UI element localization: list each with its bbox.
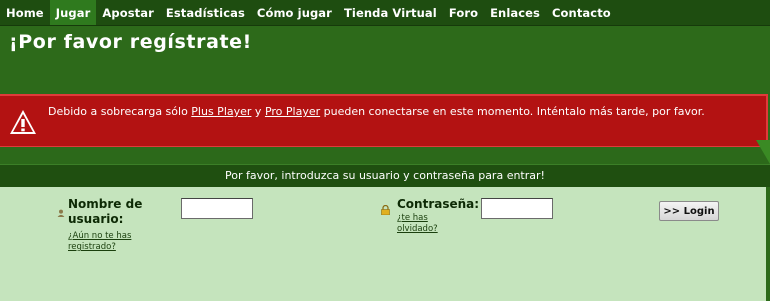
- warning-triangle-icon: [9, 109, 37, 135]
- forgot-password-link[interactable]: ¿te has olvidado?: [397, 213, 457, 235]
- nav-como-jugar[interactable]: Cómo jugar: [251, 0, 338, 25]
- pro-player-link[interactable]: Pro Player: [265, 105, 320, 118]
- username-input[interactable]: [181, 198, 253, 219]
- login-instruction: Por favor, introduzca su usuario y contr…: [0, 164, 770, 187]
- nav-tienda-virtual[interactable]: Tienda Virtual: [338, 0, 443, 25]
- lock-icon: [381, 200, 390, 216]
- nav-contacto[interactable]: Contacto: [546, 0, 617, 25]
- nav-home[interactable]: Home: [0, 0, 50, 25]
- warning-text-before: Debido a sobrecarga sólo: [48, 105, 192, 118]
- username-label: Nombre de usuario:: [68, 197, 143, 226]
- nav-apostar[interactable]: Apostar: [96, 0, 160, 25]
- page-title: ¡Por favor regístrate!: [9, 31, 252, 53]
- password-input[interactable]: [481, 198, 553, 219]
- user-icon: [57, 202, 65, 217]
- warning-banner: Debido a sobrecarga sólo Plus Player y P…: [0, 94, 768, 148]
- register-link[interactable]: ¿Aún no te has registrado?: [68, 231, 158, 253]
- top-navigation: Home Jugar Apostar Estadísticas Cómo jug…: [0, 0, 770, 26]
- warning-message: Debido a sobrecarga sólo Plus Player y P…: [48, 105, 705, 118]
- plus-player-link[interactable]: Plus Player: [191, 105, 251, 118]
- corner-decoration: [756, 140, 770, 164]
- warning-text-mid: y: [251, 105, 265, 118]
- separator-strip: [0, 147, 770, 164]
- password-label: Contraseña:: [397, 197, 480, 211]
- nav-estadisticas[interactable]: Estadísticas: [160, 0, 251, 25]
- nav-foro[interactable]: Foro: [443, 0, 484, 25]
- nav-jugar[interactable]: Jugar: [49, 0, 97, 25]
- warning-text-after: pueden conectarse en este momento. Intén…: [320, 105, 705, 118]
- login-button[interactable]: >> Login: [659, 201, 719, 221]
- nav-enlaces[interactable]: Enlaces: [484, 0, 546, 25]
